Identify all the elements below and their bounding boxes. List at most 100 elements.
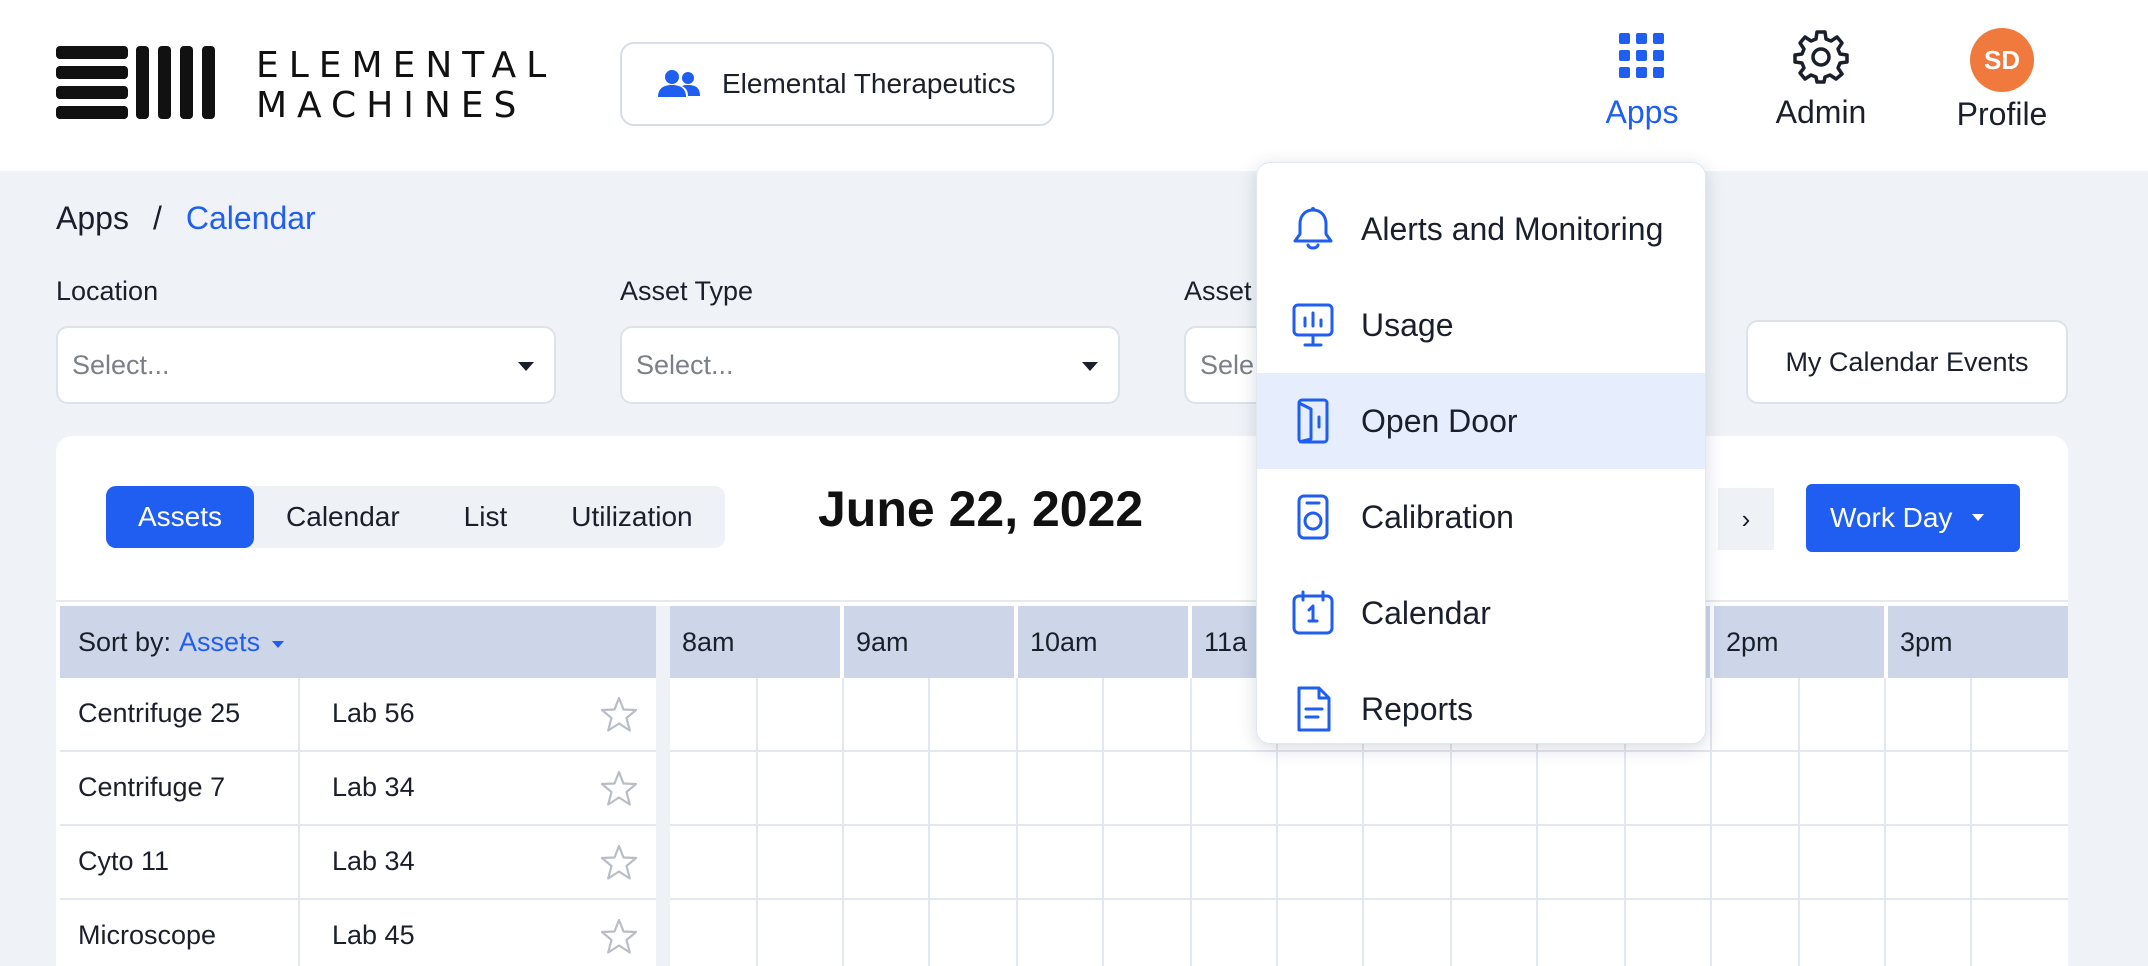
cell-divider xyxy=(298,752,300,826)
next-day-button[interactable]: › xyxy=(1718,488,1774,550)
star-icon[interactable] xyxy=(600,696,638,734)
range-dropdown-label: Work Day xyxy=(1830,502,1953,533)
elemental-machines-logo[interactable]: ELEMENTAL MACHINES xyxy=(56,45,557,126)
nav-apps-label: Apps xyxy=(1605,94,1679,130)
hour-header-cell: 8am xyxy=(670,606,844,678)
asset-type-label: Asset Type xyxy=(620,276,754,306)
table-row[interactable]: Centrifuge 7 Lab 34 xyxy=(60,752,656,826)
gear-icon xyxy=(1793,28,1849,84)
menu-item-label: Reports xyxy=(1361,690,1474,727)
logo-line-1: ELEMENTAL xyxy=(256,45,557,86)
hour-header-cell: 3pm xyxy=(1888,606,2068,678)
apps-grid-icon xyxy=(1614,28,1670,84)
sort-header[interactable]: Sort by: Assets xyxy=(60,606,656,678)
caret-down-icon xyxy=(272,640,285,648)
asset-name: Centrifuge 7 xyxy=(78,772,226,802)
apps-dropdown-menu: Alerts and Monitoring Usage Open Door Ca… xyxy=(1256,162,1706,744)
menu-item-label: Calibration xyxy=(1361,498,1514,535)
menu-item-calibration[interactable]: Calibration xyxy=(1257,469,1705,565)
sort-value[interactable]: Assets xyxy=(179,627,260,658)
breadcrumb: Apps / Calendar xyxy=(56,200,316,237)
asset-name: Cyto 11 xyxy=(78,846,170,876)
cell-divider xyxy=(298,678,300,752)
hour-header-cell: 10am xyxy=(1018,606,1192,678)
asset-name: Microscope xyxy=(78,920,217,950)
breadcrumb-current[interactable]: Calendar xyxy=(186,200,316,237)
grid-line xyxy=(1884,678,1886,966)
logo-mark-icon xyxy=(56,46,215,119)
bell-icon xyxy=(1291,207,1335,251)
menu-item-open-door[interactable]: Open Door xyxy=(1257,373,1705,469)
menu-item-label: Calendar xyxy=(1361,594,1491,631)
asset-type-select[interactable]: Select... xyxy=(620,326,1120,404)
nav-admin-label: Admin xyxy=(1775,94,1867,130)
grid-line xyxy=(756,678,758,966)
table-row[interactable]: Centrifuge 25 Lab 56 xyxy=(60,678,656,752)
breadcrumb-separator: / xyxy=(152,200,162,236)
tab-assets[interactable]: Assets xyxy=(106,486,255,548)
grid-line xyxy=(1710,678,1712,966)
grid-line xyxy=(670,898,2068,900)
grid-line xyxy=(670,824,2068,826)
users-icon xyxy=(658,70,700,97)
grid-line xyxy=(1970,678,1972,966)
report-icon xyxy=(1291,686,1335,732)
grid-line xyxy=(1102,678,1104,966)
menu-item-calendar[interactable]: Calendar xyxy=(1257,565,1705,661)
chevron-right-icon: › xyxy=(1741,503,1751,534)
current-date-title: June 22, 2022 xyxy=(818,481,1144,537)
cell-divider xyxy=(298,900,300,966)
calendar-panel: Assets Calendar List Utilization June 22… xyxy=(56,436,2068,966)
organization-name: Elemental Therapeutics xyxy=(722,68,1016,99)
nav-profile-label: Profile xyxy=(1956,96,2048,132)
my-calendar-events-button[interactable]: My Calendar Events xyxy=(1746,320,2068,404)
star-icon[interactable] xyxy=(600,844,638,882)
menu-item-reports[interactable]: Reports xyxy=(1257,661,1705,757)
nav-admin[interactable]: Admin xyxy=(1766,28,1876,138)
avatar: SD xyxy=(1970,28,2034,92)
table-row[interactable]: Cyto 11 Lab 34 xyxy=(60,826,656,900)
grid-line xyxy=(928,678,930,966)
calibration-icon xyxy=(1291,494,1335,540)
star-icon[interactable] xyxy=(600,918,638,956)
star-icon[interactable] xyxy=(600,770,638,808)
table-row[interactable]: Microscope Lab 45 xyxy=(60,900,656,966)
asset-location: Lab 45 xyxy=(332,920,415,950)
caret-down-icon xyxy=(1082,362,1098,371)
tab-utilization[interactable]: Utilization xyxy=(539,486,724,548)
menu-item-label: Alerts and Monitoring xyxy=(1361,210,1664,247)
nav-profile[interactable]: SD Profile xyxy=(1950,28,2054,138)
logo-line-2: MACHINES xyxy=(256,85,527,126)
grid-line xyxy=(842,678,844,966)
menu-item-usage[interactable]: Usage xyxy=(1257,277,1705,373)
top-header: ELEMENTAL MACHINES Elemental Therapeutic… xyxy=(0,0,2148,171)
location-select[interactable]: Select... xyxy=(56,326,556,404)
breadcrumb-apps-link[interactable]: Apps xyxy=(56,200,129,237)
menu-item-alerts[interactable]: Alerts and Monitoring xyxy=(1257,181,1705,277)
range-dropdown-button[interactable]: Work Day xyxy=(1806,484,2020,552)
tab-list[interactable]: List xyxy=(432,486,540,548)
panel-divider xyxy=(56,600,2068,602)
grid-line xyxy=(1016,678,1018,966)
asset-location: Lab 56 xyxy=(332,698,415,728)
asset-name: Centrifuge 25 xyxy=(78,698,241,728)
hour-header-cell: 9am xyxy=(844,606,1018,678)
asset-location: Lab 34 xyxy=(332,846,415,876)
nav-apps[interactable]: Apps xyxy=(1594,28,1690,138)
view-tabs: Assets Calendar List Utilization xyxy=(106,486,725,548)
door-icon xyxy=(1291,398,1335,444)
asset-select-placeholder: Sele xyxy=(1200,349,1255,380)
hour-header-cell: 2pm xyxy=(1714,606,1888,678)
asset-location: Lab 34 xyxy=(332,772,415,802)
usage-monitor-icon xyxy=(1291,303,1335,347)
table-gap xyxy=(656,606,670,966)
menu-item-label: Open Door xyxy=(1361,402,1518,439)
asset-type-select-placeholder: Select... xyxy=(636,349,734,380)
grid-line xyxy=(1798,678,1800,966)
grid-line xyxy=(1190,678,1192,966)
location-select-placeholder: Select... xyxy=(72,349,170,380)
tab-calendar[interactable]: Calendar xyxy=(254,486,432,548)
calendar-icon xyxy=(1291,590,1335,635)
organization-selector-button[interactable]: Elemental Therapeutics xyxy=(620,42,1054,126)
cell-divider xyxy=(298,826,300,900)
